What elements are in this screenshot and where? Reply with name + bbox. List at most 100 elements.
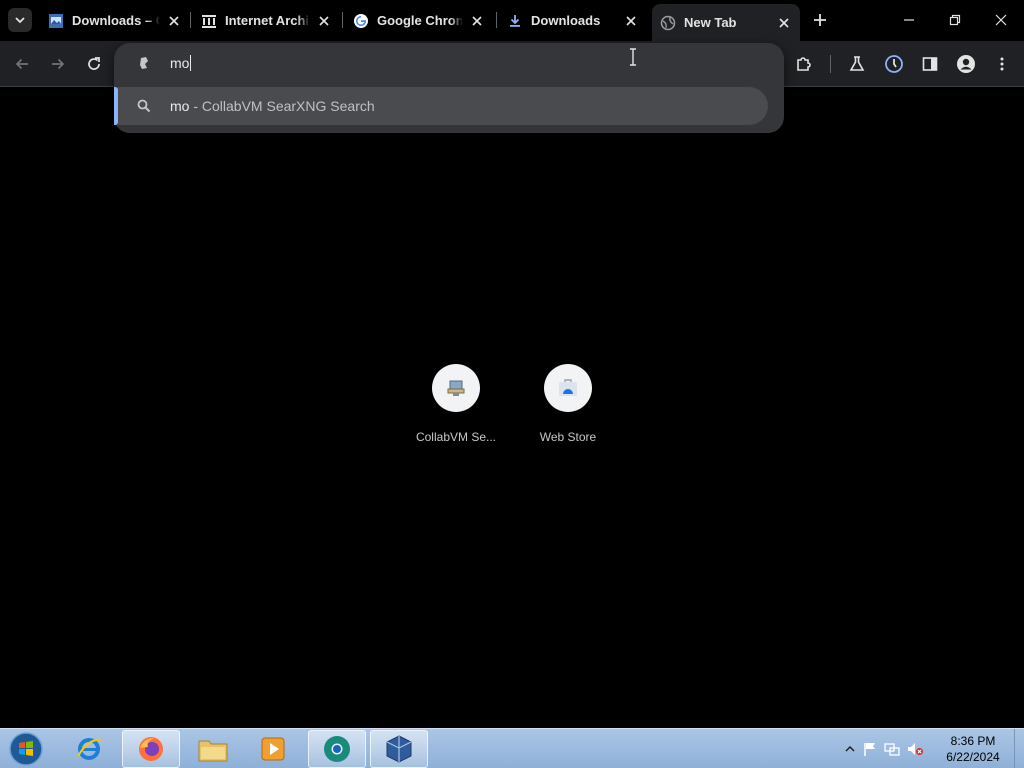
- windows-logo-icon: [9, 732, 43, 766]
- taskbar-clock[interactable]: 8:36 PM 6/22/2024: [936, 733, 1010, 765]
- extension-button[interactable]: [880, 50, 908, 78]
- taskbar-file-explorer[interactable]: [184, 730, 242, 768]
- tab-downloads-2[interactable]: Downloads: [499, 4, 647, 37]
- chrome-canary-icon: [324, 736, 350, 762]
- taskbar-firefox[interactable]: [122, 730, 180, 768]
- media-player-icon: [261, 737, 285, 761]
- archive-icon: [201, 13, 217, 29]
- minimize-button[interactable]: [886, 0, 932, 40]
- arrow-right-icon: [52, 58, 65, 70]
- shortcut-web-store[interactable]: Web Store: [512, 364, 624, 454]
- page-icon: [48, 13, 64, 29]
- profile-icon: [957, 55, 975, 73]
- clock-date: 6/22/2024: [946, 750, 1000, 764]
- minimize-icon: [904, 19, 914, 21]
- collabvm-icon: [447, 380, 465, 396]
- clock-time: 8:36 PM: [950, 734, 996, 748]
- omnibox-popup: mo mo - CollabVM SearXNG Search: [114, 43, 784, 133]
- omnibox-text: mo: [170, 55, 192, 71]
- text-caret: [190, 55, 192, 71]
- puzzle-icon: [797, 57, 811, 71]
- chevron-down-icon: [15, 17, 25, 24]
- suggestion-provider: CollabVM SearXNG Search: [201, 98, 375, 114]
- taskbar-media-player[interactable]: [244, 730, 302, 768]
- tab-divider: [496, 12, 497, 28]
- omnibox-input[interactable]: mo: [114, 43, 784, 83]
- text-cursor-icon: [630, 48, 636, 66]
- shortcut-tile: [432, 364, 480, 412]
- timer-icon: [885, 55, 903, 73]
- shortcut-tile: [544, 364, 592, 412]
- close-icon[interactable]: [166, 13, 182, 29]
- tab-title: Downloads: [531, 13, 601, 28]
- file-explorer-icon: [198, 740, 228, 762]
- suggestion-query: mo: [170, 98, 190, 114]
- plus-icon: [814, 14, 826, 26]
- tab-title: Downloads – C: [72, 13, 160, 28]
- tab-google-chrome[interactable]: Google Chrom: [345, 4, 493, 37]
- tab-internet-archive[interactable]: Internet Archiv: [193, 4, 340, 37]
- tab-title: Internet Archiv: [225, 13, 310, 28]
- suggestion-separator: -: [189, 98, 202, 114]
- tab-new-tab[interactable]: New Tab: [652, 4, 800, 41]
- omnibox-value: mo: [170, 55, 190, 71]
- system-tray: [844, 729, 924, 768]
- show-hidden-icons-icon[interactable]: [844, 743, 856, 755]
- show-desktop-button[interactable]: [1014, 729, 1024, 768]
- forward-button[interactable]: [44, 50, 72, 78]
- volume-muted-icon[interactable]: [906, 741, 924, 757]
- webstore-icon: [559, 379, 577, 396]
- network-icon[interactable]: [884, 741, 900, 757]
- tab-divider: [190, 12, 191, 28]
- restore-button[interactable]: [932, 0, 978, 40]
- toolbar-divider: [830, 55, 831, 73]
- virtualbox-icon: [386, 735, 412, 763]
- start-button[interactable]: [6, 730, 46, 768]
- back-button[interactable]: [8, 50, 36, 78]
- tab-search-button[interactable]: [8, 8, 32, 32]
- arrow-left-icon: [15, 58, 28, 70]
- shortcut-label: CollabVM Se...: [415, 430, 497, 444]
- menu-button[interactable]: [988, 50, 1016, 78]
- tab-divider: [342, 12, 343, 28]
- side-panel-button[interactable]: [916, 50, 944, 78]
- tab-strip: Downloads – C Internet Archiv Google Chr…: [0, 0, 1024, 41]
- shortcut-collabvm[interactable]: CollabVM Se...: [400, 364, 512, 454]
- action-center-flag-icon[interactable]: [862, 741, 878, 757]
- profile-button[interactable]: [952, 50, 980, 78]
- search-icon: [137, 99, 151, 113]
- labs-button[interactable]: [843, 50, 871, 78]
- google-icon: [353, 13, 369, 29]
- reload-button[interactable]: [80, 50, 108, 78]
- tab-title: Google Chrom: [377, 13, 463, 28]
- screen: Downloads – C Internet Archiv Google Chr…: [0, 0, 1024, 768]
- selection-indicator: [114, 87, 118, 125]
- taskbar-virtualbox[interactable]: [370, 730, 428, 768]
- omnibox-suggestion[interactable]: mo - CollabVM SearXNG Search: [114, 87, 768, 125]
- shortcut-label: Web Store: [539, 430, 597, 444]
- tab-title: New Tab: [684, 15, 737, 30]
- new-tab-button[interactable]: [808, 8, 832, 32]
- close-icon[interactable]: [469, 13, 485, 29]
- close-icon[interactable]: [776, 15, 792, 31]
- firefox-icon: [139, 737, 163, 761]
- taskbar-chrome-canary[interactable]: [308, 730, 366, 768]
- close-icon[interactable]: [316, 13, 332, 29]
- close-icon[interactable]: [623, 13, 639, 29]
- internet-explorer-icon: [77, 738, 102, 760]
- more-vert-icon: [1000, 57, 1004, 71]
- taskbar: 8:36 PM 6/22/2024: [0, 728, 1024, 768]
- download-icon: [507, 13, 523, 29]
- taskbar-internet-explorer[interactable]: [60, 730, 118, 768]
- close-icon: [995, 14, 1007, 26]
- reload-icon: [88, 57, 100, 70]
- restore-icon: [949, 14, 961, 26]
- extensions-button[interactable]: [790, 50, 818, 78]
- flask-icon: [849, 56, 865, 71]
- search-engine-icon: [140, 57, 148, 69]
- side-panel-icon: [922, 57, 938, 71]
- tab-downloads-1[interactable]: Downloads – C: [40, 4, 190, 37]
- globe-icon: [660, 15, 676, 31]
- suggestion-text: mo - CollabVM SearXNG Search: [170, 98, 375, 114]
- close-window-button[interactable]: [978, 0, 1024, 40]
